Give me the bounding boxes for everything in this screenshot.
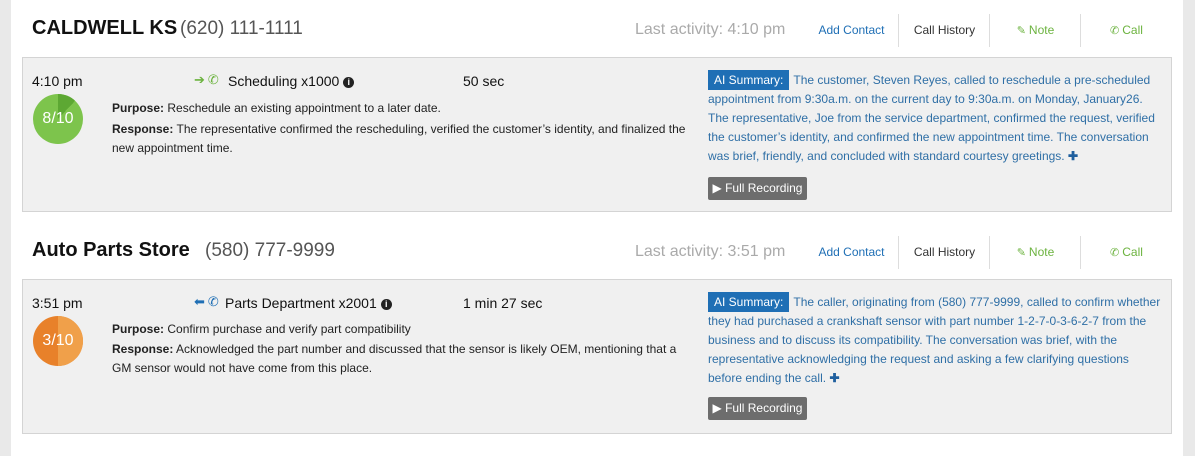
purpose-text: Confirm purchase and verify part compati… <box>167 322 411 336</box>
phone-icon: ✆ <box>207 72 219 87</box>
note-button[interactable]: ✎ Note <box>989 236 1081 269</box>
ai-summary: AI Summary: The customer, Steven Reyes, c… <box>708 70 1163 166</box>
arrow-left-icon: ⬅ <box>194 294 205 309</box>
call-extension[interactable]: Scheduling x1000 i <box>228 73 355 89</box>
ai-summary-badge: AI Summary: <box>708 292 790 312</box>
contact-phone[interactable]: (620) 111-1111 <box>180 18 303 40</box>
contact-phone[interactable]: (580) 777-9999 <box>205 240 335 262</box>
add-contact-label: Add Contact <box>818 23 885 37</box>
call-response: Response: The representative confirmed t… <box>112 120 692 158</box>
call-duration: 1 min 27 sec <box>463 295 543 311</box>
arrow-right-icon: ➔ <box>194 72 205 87</box>
call-duration: 50 sec <box>463 73 505 89</box>
response-text: The representative confirmed the resched… <box>112 122 686 155</box>
pencil-icon: ✎ <box>1016 247 1026 259</box>
phone-icon: ✆ <box>1110 25 1120 37</box>
info-icon[interactable]: i <box>380 299 392 310</box>
purpose-label: Purpose: <box>112 322 165 336</box>
contact-header: Auto Parts Store (580) 777-9999 Last act… <box>11 222 1183 279</box>
response-label: Response: <box>112 342 174 356</box>
full-recording-button[interactable]: ▶ Full Recording <box>708 397 807 420</box>
call-score-badge: 3/10 <box>33 316 83 366</box>
purpose-label: Purpose: <box>112 101 165 115</box>
contact-section: Auto Parts Store (580) 777-9999 Last act… <box>11 222 1183 434</box>
call-score: 3/10 <box>42 332 74 349</box>
expand-plus-icon[interactable]: ✚ <box>1068 149 1078 163</box>
contact-name[interactable]: CALDWELL KS <box>32 17 177 40</box>
call-button[interactable]: ✆ Call <box>1080 14 1172 47</box>
contact-header: CALDWELL KS (620) 111-1111 Last activity… <box>11 0 1183 57</box>
note-label: Note <box>1028 23 1055 37</box>
outbound-call-icon: ⬅ ✆ <box>194 294 219 310</box>
call-extension[interactable]: Parts Department x2001 i <box>225 295 392 311</box>
extension-label: Scheduling x1000 <box>228 73 340 89</box>
call-history-label: Call History <box>913 245 976 259</box>
call-log-page: CALDWELL KS (620) 111-1111 Last activity… <box>11 0 1183 456</box>
response-label: Response: <box>112 122 174 136</box>
note-button[interactable]: ✎ Note <box>989 14 1081 47</box>
response-text: Acknowledged the part number and discuss… <box>112 342 677 375</box>
phone-icon: ✆ <box>207 294 219 309</box>
call-button[interactable]: ✆ Call <box>1080 236 1172 269</box>
add-contact-label: Add Contact <box>818 245 885 259</box>
call-label: Call <box>1122 245 1143 259</box>
call-card: 4:10 pm 8/10 ➔ ✆ Scheduling x1000 i 50 sec… <box>22 57 1172 212</box>
ai-summary-badge: AI Summary: <box>708 70 790 90</box>
pencil-icon: ✎ <box>1016 25 1026 37</box>
call-time: 4:10 pm <box>32 73 83 89</box>
call-label: Call <box>1122 23 1143 37</box>
call-score-badge: 8/10 <box>33 94 83 144</box>
full-recording-button[interactable]: ▶ Full Recording <box>708 177 807 200</box>
contact-name[interactable]: Auto Parts Store <box>32 239 190 262</box>
info-icon[interactable]: i <box>343 77 355 88</box>
call-score: 8/10 <box>42 110 74 127</box>
call-purpose: Purpose: Confirm purchase and verify par… <box>112 320 692 339</box>
last-activity: Last activity: 4:10 pm <box>635 21 786 38</box>
expand-plus-icon[interactable]: ✚ <box>829 371 839 385</box>
call-time: 3:51 pm <box>32 295 83 311</box>
call-history-label: Call History <box>913 23 976 37</box>
call-response: Response: Acknowledged the part number a… <box>112 340 692 378</box>
call-purpose: Purpose: Reschedule an existing appointm… <box>112 99 692 118</box>
ai-summary: AI Summary: The caller, originating from … <box>708 292 1163 388</box>
note-label: Note <box>1028 245 1055 259</box>
purpose-text: Reschedule an existing appointment to a … <box>167 101 441 115</box>
add-contact-button[interactable]: Add Contact <box>806 236 897 269</box>
call-history-button[interactable]: Call History <box>898 14 990 47</box>
contact-section: CALDWELL KS (620) 111-1111 Last activity… <box>11 0 1183 212</box>
add-contact-button[interactable]: Add Contact <box>806 14 897 47</box>
phone-icon: ✆ <box>1110 247 1120 259</box>
call-history-button[interactable]: Call History <box>898 236 990 269</box>
last-activity: Last activity: 3:51 pm <box>635 243 786 260</box>
inbound-call-icon: ➔ ✆ <box>194 72 219 88</box>
call-card: 3:51 pm 3/10 ⬅ ✆ Parts Department x2001 i … <box>22 279 1172 434</box>
extension-label: Parts Department x2001 <box>225 295 377 311</box>
